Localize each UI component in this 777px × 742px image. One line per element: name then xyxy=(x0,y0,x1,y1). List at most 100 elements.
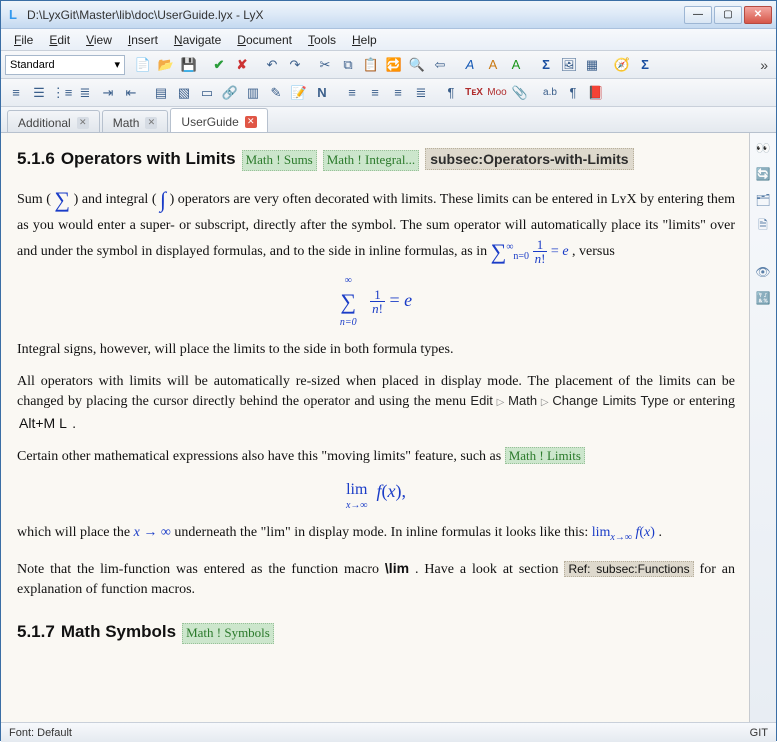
menu-view[interactable]: View xyxy=(79,31,119,49)
tex-icon[interactable]: TᴇX xyxy=(463,82,485,104)
index-ref[interactable]: Math ! Integral... xyxy=(323,150,419,171)
paragraph-style-value: Standard xyxy=(10,59,55,71)
text-style-icon[interactable]: a.b xyxy=(539,82,561,104)
window-title: D:\LyxGit\Master\lib\doc\UserGuide.lyx -… xyxy=(27,8,684,22)
align-left-icon[interactable]: ≡ xyxy=(341,82,363,104)
emph-icon[interactable]: A xyxy=(459,54,481,76)
paragraph-icon[interactable]: ¶ xyxy=(562,82,584,104)
minimize-button[interactable]: — xyxy=(684,6,712,24)
ert-icon[interactable]: ▤ xyxy=(150,82,172,104)
paragraph-style-combo[interactable]: Standard ▾ xyxy=(5,55,125,75)
inline-math-integral: ∫ xyxy=(160,192,166,207)
keyboard-shortcut: Alt+M L xyxy=(17,415,69,431)
apply-style-icon[interactable]: A xyxy=(505,54,527,76)
text: . xyxy=(658,525,662,540)
close-icon[interactable]: ✕ xyxy=(245,116,257,128)
save-icon[interactable]: 💾 xyxy=(178,54,200,76)
menu-help[interactable]: Help xyxy=(345,31,384,49)
tab-additional[interactable]: Additional ✕ xyxy=(7,110,100,132)
toggle-outline-icon[interactable]: 🧭 xyxy=(611,54,633,76)
outline-pane-icon[interactable]: 👁 xyxy=(754,263,772,281)
menu-tools[interactable]: Tools xyxy=(301,31,343,49)
close-icon[interactable]: ✕ xyxy=(77,117,89,129)
insert-math-icon[interactable]: Σ xyxy=(535,54,557,76)
depth-dec-icon[interactable]: ⇤ xyxy=(120,82,142,104)
list-icon[interactable]: ⋮≡ xyxy=(51,82,73,104)
depth-inc-icon[interactable]: ⇥ xyxy=(97,82,119,104)
margin-note-icon[interactable]: 📝 xyxy=(288,82,310,104)
close-icon[interactable]: ✕ xyxy=(145,117,157,129)
menu-file[interactable]: File xyxy=(7,31,40,49)
toolbar2-overflow-icon[interactable] xyxy=(760,85,772,101)
section-heading: 5.1.7 Math Symbols Math ! Symbols xyxy=(17,620,735,645)
hyperlink-icon[interactable]: 🔗 xyxy=(219,82,241,104)
text: Certain other mathematical expressions a… xyxy=(17,449,505,464)
spellcheck-on-icon[interactable]: ✔ xyxy=(208,54,230,76)
undo-icon[interactable]: ↶ xyxy=(261,54,283,76)
footnote-icon[interactable]: ✎ xyxy=(265,82,287,104)
find-replace-icon[interactable]: 🔁 xyxy=(383,54,405,76)
maximize-button[interactable]: ▢ xyxy=(714,6,742,24)
math-panel-icon[interactable]: 🔣 xyxy=(754,289,772,307)
menu-edit[interactable]: Edit xyxy=(42,31,77,49)
copy-icon[interactable]: ⧉ xyxy=(337,54,359,76)
thesaurus-book-icon[interactable]: 📕 xyxy=(585,82,607,104)
toggle-math-toolbar-icon[interactable]: Σ xyxy=(634,54,656,76)
close-button[interactable]: ✕ xyxy=(744,6,772,24)
align-center-icon[interactable]: ≡ xyxy=(364,82,386,104)
paste-icon[interactable]: 📋 xyxy=(360,54,382,76)
master-doc-icon[interactable]: 🗂 xyxy=(754,191,772,209)
text: or entering xyxy=(673,394,735,409)
open-icon[interactable]: 📂 xyxy=(155,54,177,76)
index-ref[interactable]: Math ! Symbols xyxy=(182,623,274,644)
tab-math[interactable]: Math ✕ xyxy=(102,110,169,132)
display-math-sum: ∞ ∑ n=0 1n! = e xyxy=(17,276,735,328)
color-box-icon[interactable]: ▧ xyxy=(173,82,195,104)
cross-reference[interactable]: Ref: subsec:Functions xyxy=(564,561,693,577)
insert-box-icon[interactable]: ▭ xyxy=(196,82,218,104)
cut-icon[interactable]: ✂ xyxy=(314,54,336,76)
note-icon[interactable]: N xyxy=(311,82,333,104)
heading-title: Operators with Limits xyxy=(61,147,236,172)
section-label[interactable]: subsec:Operators-with-Limits xyxy=(425,148,633,170)
document-canvas[interactable]: 5.1.6 Operators with Limits Math ! Sums … xyxy=(1,133,750,722)
search-icon[interactable]: 🔍 xyxy=(406,54,428,76)
index-ref[interactable]: Math ! Sums xyxy=(242,150,317,171)
dynamic-menu-icon[interactable]: ▥ xyxy=(242,82,264,104)
insert-graphics-icon[interactable]: 🖼 xyxy=(558,54,580,76)
align-right-icon[interactable]: ≡ xyxy=(387,82,409,104)
text: Sum ( xyxy=(17,192,51,207)
paragraph-settings-icon[interactable]: ¶ xyxy=(440,82,462,104)
description-icon[interactable]: ≣ xyxy=(74,82,96,104)
menu-insert[interactable]: Insert xyxy=(121,31,165,49)
redo-icon[interactable]: ↷ xyxy=(284,54,306,76)
itemize-icon[interactable]: ☰ xyxy=(28,82,50,104)
spellcheck-off-icon[interactable]: ✘ xyxy=(231,54,253,76)
align-justify-icon[interactable]: ≣ xyxy=(410,82,432,104)
app-icon: L xyxy=(5,7,21,23)
paragraph: Integral signs, however, will place the … xyxy=(17,340,735,360)
noun-icon[interactable]: A xyxy=(482,54,504,76)
menu-path: Edit▷Math▷Change Limits Type xyxy=(470,393,673,408)
text: Note that the lim-function was entered a… xyxy=(17,562,385,577)
status-font: Font: Default xyxy=(9,727,72,739)
toolbar-extra: ≡ ☰ ⋮≡ ≣ ⇥ ⇤ ▤ ▧ ▭ 🔗 ▥ ✎ 📝 N ≡ ≡ ≡ ≣ ¶ T… xyxy=(1,79,776,107)
inline-math-sum-series: ∑∞n=0 1n! = e xyxy=(491,244,572,259)
insert-table-icon[interactable]: ▦ xyxy=(581,54,603,76)
navigate-back-icon[interactable]: ⇦ xyxy=(429,54,451,76)
toolbar-overflow-icon[interactable]: » xyxy=(756,57,772,73)
index-ref[interactable]: Math ! Limits xyxy=(505,447,585,464)
tab-label: Math xyxy=(113,116,140,130)
numbered-list-icon[interactable]: ≡ xyxy=(5,82,27,104)
view-icon[interactable]: 👀 xyxy=(754,139,772,157)
text: ) and integral ( xyxy=(74,192,157,207)
tab-userguide[interactable]: UserGuide ✕ xyxy=(170,108,267,132)
menu-navigate[interactable]: Navigate xyxy=(167,31,228,49)
new-doc-icon[interactable]: 📄 xyxy=(132,54,154,76)
attachment-icon[interactable]: 📎 xyxy=(509,82,531,104)
thesaurus-icon[interactable]: Moo xyxy=(486,82,508,104)
refresh-icon[interactable]: 🔄 xyxy=(754,165,772,183)
menu-document[interactable]: Document xyxy=(230,31,299,49)
text: which will place the xyxy=(17,525,134,540)
buffer-switch-icon[interactable]: 🗎 xyxy=(754,217,772,235)
